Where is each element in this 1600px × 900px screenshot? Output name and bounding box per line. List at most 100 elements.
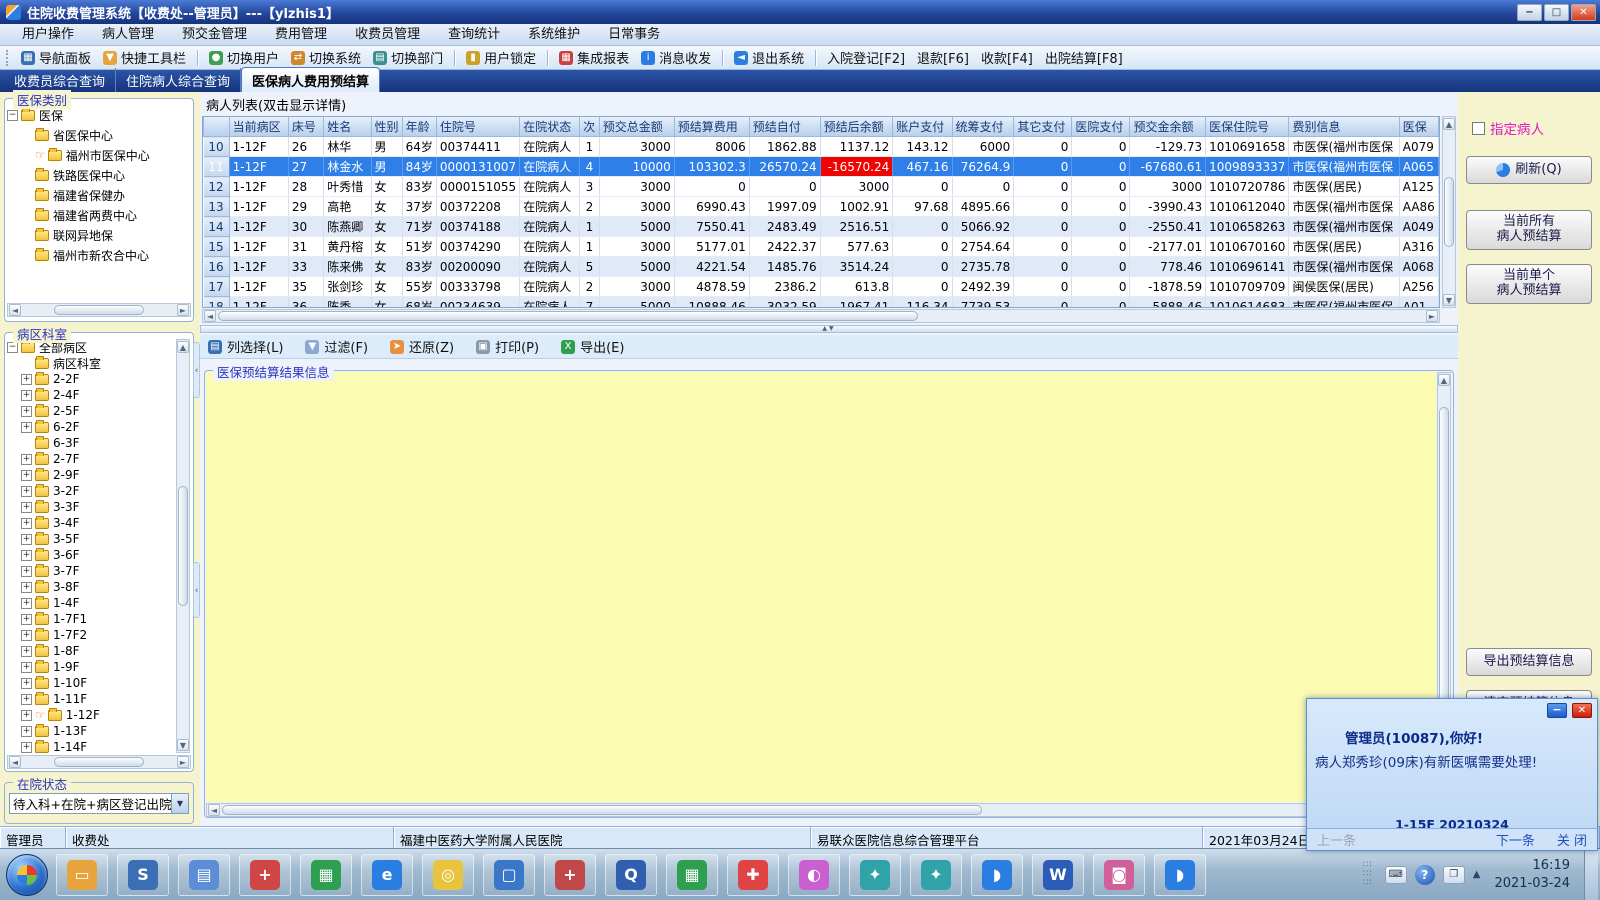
- column-header-6[interactable]: 住院号: [435, 117, 521, 137]
- tree-item-福建省两费中心[interactable]: 福建省两费中心: [7, 205, 191, 225]
- specify-patient-checkbox-row[interactable]: 指定病人: [1472, 118, 1544, 138]
- tree-item-1-11F[interactable]: +1-11F: [7, 691, 175, 707]
- tree-item-6-3F[interactable]: 6-3F: [7, 435, 175, 451]
- chrome-browser-icon[interactable]: ◎: [422, 853, 474, 896]
- tab-0[interactable]: 收费员综合查询: [4, 68, 117, 92]
- word-icon[interactable]: W: [1032, 853, 1084, 896]
- tree-item-铁路医保中心[interactable]: 铁路医保中心: [7, 165, 191, 185]
- tree-expand-icon[interactable]: +: [21, 565, 32, 577]
- tree-item-2-5F[interactable]: +2-5F: [7, 403, 175, 419]
- table-row[interactable]: 16 1-12F 33 陈来佛女 83岁 00200090 在院病人 5 5000 4221.54…: [203, 256, 1439, 277]
- popup-close-link[interactable]: 关 闭: [1557, 830, 1587, 849]
- tree-expand-icon[interactable]: +: [21, 645, 32, 657]
- tree-item-2-7F[interactable]: +2-7F: [7, 451, 175, 467]
- scroll-left-arrow-icon[interactable]: ◄: [204, 310, 216, 322]
- combo-dropdown-arrow-icon[interactable]: ▼: [171, 794, 188, 813]
- scroll-left-arrow-icon[interactable]: ◄: [208, 804, 220, 816]
- table-row[interactable]: 13 1-12F 29 高艳女 37岁 00372208 在院病人 2 3000 6990.43 1…: [203, 196, 1439, 217]
- menu-item-0[interactable]: 用户操作: [8, 24, 88, 45]
- horizontal-splitter[interactable]: ▲▼: [200, 325, 1458, 333]
- column-header-12[interactable]: 预结后余额: [819, 117, 894, 137]
- patient-table-vscrollbar[interactable]: ▲ ▼: [1442, 116, 1456, 308]
- toolbar-button-6[interactable]: ▦ 集成报表: [553, 46, 635, 69]
- column-header-1[interactable]: 当前病区: [228, 117, 289, 137]
- column-header-0[interactable]: [203, 117, 230, 137]
- toolbar-button-10[interactable]: 退款[F6]: [911, 46, 975, 69]
- tree-expand-icon[interactable]: +: [21, 693, 32, 705]
- tree-expand-icon[interactable]: −: [7, 341, 18, 353]
- tree-item-3-8F[interactable]: +3-8F: [7, 579, 175, 595]
- tree-item-1-7F1[interactable]: +1-7F1: [7, 611, 175, 627]
- menu-item-2[interactable]: 预交金管理: [168, 24, 261, 45]
- table-toolbar-button-4[interactable]: X 导出(E): [561, 337, 624, 356]
- toolbar-button-1[interactable]: ▼ 快捷工具栏: [97, 46, 192, 69]
- column-header-9[interactable]: 预交总金额: [598, 117, 675, 137]
- left-splitter-collapse-handle[interactable]: ‹: [193, 342, 200, 398]
- column-header-3[interactable]: 姓名: [323, 117, 372, 137]
- tree-expand-icon[interactable]: +: [21, 421, 32, 433]
- tree-item-3-3F[interactable]: +3-3F: [7, 499, 175, 515]
- column-header-18[interactable]: 医保住院号: [1205, 117, 1290, 137]
- tree-expand-icon[interactable]: +: [21, 581, 32, 593]
- toolbar-button-12[interactable]: 出院结算[F8]: [1039, 46, 1129, 69]
- toolbar-button-8[interactable]: ◄ 退出系统: [728, 46, 810, 69]
- tree-expand-icon[interactable]: +: [21, 725, 32, 737]
- menu-item-3[interactable]: 费用管理: [261, 24, 341, 45]
- paint-icon[interactable]: ◐: [788, 853, 840, 896]
- tree-expand-icon[interactable]: +: [21, 549, 32, 561]
- tray-expand-arrow-icon[interactable]: ▲: [1473, 869, 1481, 880]
- tree-expand-icon[interactable]: +: [21, 741, 32, 753]
- tree-item-1-13F[interactable]: +1-13F: [7, 723, 175, 739]
- scroll-down-arrow-icon[interactable]: ▼: [177, 739, 189, 751]
- table-row[interactable]: 11 1-12F 27 林金水男 84岁 0000131007 在院病人 4 10000 1033…: [203, 156, 1439, 177]
- tree-item-6-2F[interactable]: +6-2F: [7, 419, 175, 435]
- tree-item-1-14F[interactable]: +1-14F: [7, 739, 175, 753]
- ylz-app2-icon[interactable]: ◗: [1154, 853, 1206, 896]
- table-row[interactable]: 12 1-12F 28 叶秀惜女 83岁 0000151055 在院病人 3 3000 0 0 300…: [203, 176, 1439, 197]
- column-header-16[interactable]: 医院支付: [1071, 117, 1131, 137]
- toolbar-button-2[interactable]: ● 切换用户: [203, 46, 285, 69]
- tree-item-3-7F[interactable]: +3-7F: [7, 563, 175, 579]
- table-row[interactable]: 15 1-12F 31 黄丹榕女 51岁 00374290 在院病人 1 3000 5177.01…: [203, 236, 1439, 257]
- scroll-down-arrow-icon[interactable]: ▼: [1443, 294, 1455, 306]
- tree-expand-icon[interactable]: +: [21, 533, 32, 545]
- scroll-right-arrow-icon[interactable]: ►: [177, 304, 189, 316]
- scroll-right-arrow-icon[interactable]: ►: [1426, 310, 1438, 322]
- tree-expand-icon[interactable]: +: [21, 405, 32, 417]
- scroll-thumb[interactable]: [54, 305, 144, 315]
- tree-expand-icon[interactable]: +: [21, 677, 32, 689]
- scroll-left-arrow-icon[interactable]: ◄: [9, 304, 21, 316]
- table-row[interactable]: 17 1-12F 35 张剑珍女 55岁 00333798 在院病人 2 3000 4878.59…: [203, 276, 1439, 297]
- scroll-up-arrow-icon[interactable]: ▲: [1443, 118, 1455, 130]
- column-header-20[interactable]: 医保: [1398, 117, 1439, 137]
- presettle-all-patients-button[interactable]: 当前所有 病人预结算: [1466, 210, 1592, 250]
- tree-item-3-4F[interactable]: +3-4F: [7, 515, 175, 531]
- toolbar-button-5[interactable]: ▮ 用户锁定: [460, 46, 542, 69]
- tree-expand-icon[interactable]: +: [21, 517, 32, 529]
- tree-expand-icon[interactable]: +: [21, 373, 32, 385]
- column-header-14[interactable]: 统筹支付: [951, 117, 1015, 137]
- taskbar-clock[interactable]: 16:19 2021-03-24: [1488, 857, 1576, 892]
- spreadsheet-icon[interactable]: ▦: [300, 853, 352, 896]
- tree-item-联网异地保[interactable]: 联网异地保: [7, 225, 191, 245]
- sql-manager-icon[interactable]: S: [117, 853, 169, 896]
- table-toolbar-button-3[interactable]: ▣ 打印(P): [476, 337, 539, 356]
- show-desktop-button[interactable]: [1584, 848, 1598, 900]
- column-header-10[interactable]: 预结算费用: [673, 117, 750, 137]
- tree-item-2-2F[interactable]: +2-2F: [7, 371, 175, 387]
- toolbar-button-7[interactable]: i 消息收发: [635, 46, 717, 69]
- table-toolbar-button-0[interactable]: ▤ 列选择(L): [208, 337, 283, 356]
- med-app1-icon[interactable]: ✦: [849, 853, 901, 896]
- minimize-button[interactable]: −: [1517, 3, 1542, 21]
- popup-next-link[interactable]: 下一条: [1496, 830, 1535, 849]
- scroll-up-arrow-icon[interactable]: ▲: [1438, 374, 1450, 386]
- chart-tool-icon[interactable]: ▦: [666, 853, 718, 896]
- ie-browser-icon[interactable]: e: [361, 853, 413, 896]
- scroll-left-arrow-icon[interactable]: ◄: [9, 756, 21, 768]
- nurse-station-icon[interactable]: +: [544, 853, 596, 896]
- patient-table-hscrollbar[interactable]: ◄ ►: [202, 309, 1440, 323]
- tree-item-1-12F[interactable]: + ☞ 1-12F: [7, 707, 175, 723]
- tree-expand-icon[interactable]: +: [21, 389, 32, 401]
- table-toolbar-button-1[interactable]: ▼ 过滤(F): [305, 337, 368, 356]
- tree-expand-icon[interactable]: +: [21, 613, 32, 625]
